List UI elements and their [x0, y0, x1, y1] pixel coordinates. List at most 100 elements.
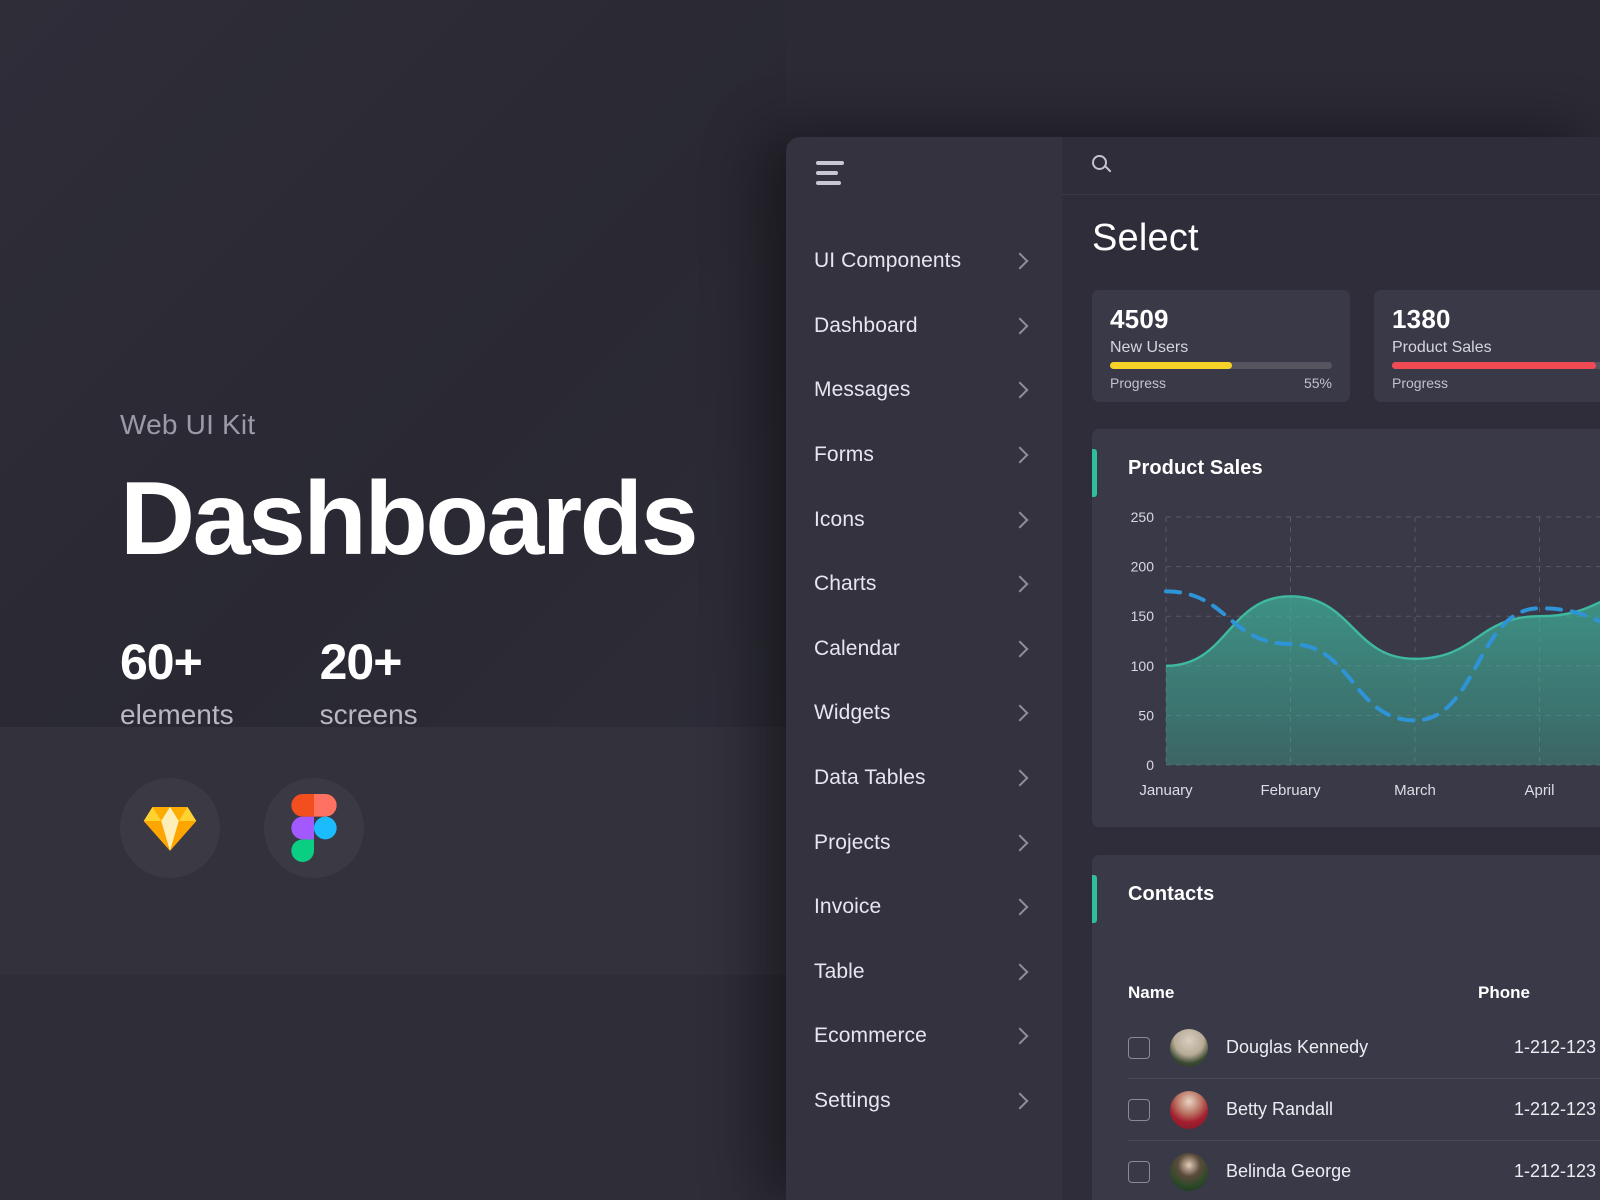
card-accent-bar — [1092, 449, 1097, 497]
hero-stat-number: 20+ — [319, 634, 403, 691]
svg-text:100: 100 — [1131, 658, 1155, 674]
stat-label: New Users — [1110, 339, 1189, 356]
product-sales-chart-card: Product Sales 0 50 100 150 200 250 January Febr… — [1092, 429, 1600, 827]
sidebar-nav: UI Components Dashboard Messages Forms I… — [786, 229, 1062, 1133]
chevron-right-icon — [1011, 317, 1029, 335]
chevron-right-icon — [1011, 446, 1029, 464]
page-title: Select — [1092, 217, 1199, 259]
svg-text:50: 50 — [1138, 707, 1154, 723]
column-header-name: Name — [1128, 983, 1175, 1002]
sidebar-item-label: Data Tables — [814, 766, 926, 790]
sidebar-item-widgets[interactable]: Widgets — [786, 681, 1062, 746]
sketch-badge[interactable] — [120, 778, 220, 878]
chevron-right-icon — [1011, 640, 1029, 658]
sidebar-item-forms[interactable]: Forms — [786, 423, 1062, 488]
svg-text:150: 150 — [1131, 608, 1155, 624]
contact-phone: 1-212-123 45 — [1514, 1037, 1600, 1057]
row-checkbox[interactable] — [1128, 1098, 1150, 1121]
progress-fill — [1392, 362, 1597, 369]
chevron-right-icon — [1011, 898, 1029, 916]
hero-stat-label: screens — [319, 699, 418, 731]
sidebar-item-label: Table — [814, 959, 865, 983]
sidebar-item-table[interactable]: Table — [786, 940, 1062, 1005]
stat-value: 1380 — [1392, 304, 1451, 334]
sketch-icon — [143, 807, 197, 851]
hamburger-line — [816, 161, 844, 165]
avatar — [1170, 1028, 1208, 1067]
sidebar-item-messages[interactable]: Messages — [786, 358, 1062, 423]
hero-stat-elements: 60+ elements — [120, 637, 234, 731]
hero-stat-label: elements — [120, 699, 234, 731]
sidebar: UI Components Dashboard Messages Forms I… — [786, 137, 1062, 1200]
sidebar-item-dashboard[interactable]: Dashboard — [786, 294, 1062, 359]
stat-value: 4509 — [1110, 304, 1169, 334]
chevron-right-icon — [1011, 1027, 1029, 1045]
topbar — [1062, 137, 1600, 195]
avatar — [1170, 1090, 1208, 1129]
column-header-phone: Phone — [1478, 983, 1530, 1002]
stat-card-new-users[interactable]: 4509 New Users Progress 55% — [1092, 290, 1350, 402]
hero-title: Dashboards — [120, 460, 699, 577]
chevron-right-icon — [1011, 963, 1029, 981]
figma-badge[interactable] — [264, 778, 364, 878]
sidebar-item-label: Icons — [814, 507, 865, 531]
table-row[interactable]: Betty Randall 1-212-123 45 — [1128, 1079, 1600, 1141]
svg-text:250: 250 — [1131, 509, 1155, 525]
svg-text:February: February — [1260, 782, 1321, 799]
stat-card-product-sales[interactable]: 1380 Product Sales Progress — [1374, 290, 1600, 402]
stat-label: Product Sales — [1392, 339, 1492, 356]
hamburger-icon[interactable] — [812, 157, 852, 191]
sidebar-item-label: Dashboard — [814, 313, 918, 337]
hero-stats: 60+ elements 20+ screens — [120, 637, 780, 731]
progress-footer: Progress 55% — [1110, 375, 1332, 391]
svg-text:April: April — [1524, 782, 1554, 799]
sidebar-item-label: Calendar — [814, 636, 901, 660]
search-icon[interactable] — [1092, 154, 1114, 177]
sidebar-item-data-tables[interactable]: Data Tables — [786, 746, 1062, 811]
progress-label: Progress — [1392, 375, 1449, 391]
hamburger-line — [816, 181, 841, 185]
sidebar-item-ui-components[interactable]: UI Components — [786, 229, 1062, 294]
contacts-card: Contacts Name Phone Douglas Kennedy 1-212… — [1092, 855, 1600, 1200]
sidebar-item-invoice[interactable]: Invoice — [786, 875, 1062, 940]
contact-phone: 1-212-123 45 — [1514, 1161, 1600, 1181]
chevron-right-icon — [1011, 575, 1029, 593]
contacts-table-body: Douglas Kennedy1-212-123 45Betty Randall… — [1128, 1017, 1600, 1200]
row-checkbox[interactable] — [1128, 1036, 1150, 1059]
sidebar-item-icons[interactable]: Icons — [786, 487, 1062, 552]
hamburger-line — [816, 171, 838, 175]
chevron-right-icon — [1011, 1092, 1029, 1110]
contact-phone: 1-212-123 45 — [1514, 1099, 1600, 1119]
progress-track — [1392, 362, 1600, 369]
row-checkbox[interactable] — [1128, 1160, 1150, 1183]
contacts-table-header: Name Phone — [1128, 983, 1600, 1003]
sidebar-item-calendar[interactable]: Calendar — [786, 617, 1062, 682]
progress-track — [1110, 362, 1332, 369]
card-accent-bar — [1092, 875, 1097, 923]
svg-text:January: January — [1139, 782, 1193, 799]
sidebar-item-label: Messages — [814, 378, 911, 402]
app-window: UI Components Dashboard Messages Forms I… — [786, 137, 1600, 1200]
progress-value: 55% — [1303, 375, 1332, 391]
hero-content: Web UI Kit Dashboards 60+ elements 20+ s… — [120, 409, 780, 731]
chart-card-title: Product Sales — [1128, 457, 1263, 479]
sidebar-item-ecommerce[interactable]: Ecommerce — [786, 1004, 1062, 1069]
stat-cards: 4509 New Users Progress 55% 1380 Product… — [1092, 290, 1600, 402]
sidebar-item-label: Ecommerce — [814, 1024, 927, 1048]
sidebar-item-charts[interactable]: Charts — [786, 552, 1062, 617]
hero-kicker: Web UI Kit — [120, 409, 256, 440]
chevron-right-icon — [1011, 834, 1029, 852]
sidebar-item-projects[interactable]: Projects — [786, 810, 1062, 875]
sidebar-item-settings[interactable]: Settings — [786, 1069, 1062, 1134]
sidebar-item-label: Projects — [814, 830, 891, 854]
hero-badges — [120, 778, 364, 878]
main-content: Select 4509 New Users Progress 55% 1380 … — [1062, 137, 1600, 1200]
contact-name: Douglas Kennedy — [1226, 1037, 1369, 1057]
contact-name: Belinda George — [1226, 1161, 1352, 1181]
table-row[interactable]: Belinda George 1-212-123 45 — [1128, 1141, 1600, 1200]
progress-fill — [1110, 362, 1233, 369]
contacts-card-title: Contacts — [1128, 883, 1215, 905]
chevron-right-icon — [1011, 704, 1029, 722]
table-row[interactable]: Douglas Kennedy 1-212-123 45 — [1128, 1017, 1600, 1079]
sidebar-item-label: Widgets — [814, 701, 891, 725]
